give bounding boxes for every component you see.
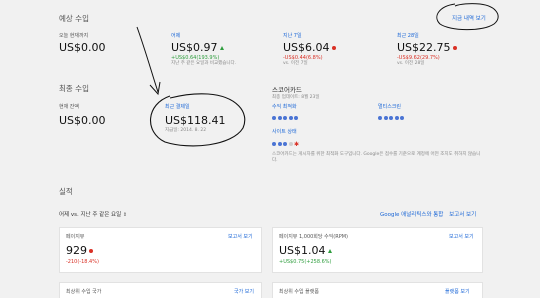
top-platform-card: 최상위 수입 플랫폼 플랫폼 보기	[272, 282, 483, 298]
top-country-card: 최상위 수입 국가 국가 보기	[59, 282, 262, 298]
scorecard-item-label[interactable]: 사이트 상태	[272, 129, 299, 135]
last-payment-date: 지급일: 2014. 8. 22	[165, 128, 207, 133]
last7-label[interactable]: 지난 7일	[283, 33, 336, 39]
rpm-card: 페이지뷰 1,000회당 수익(RPM) 보고서 보기 US$1.04 +US$…	[272, 227, 483, 273]
compare-select[interactable]: 어제 vs. 지난 주 같은 요일 ⇕	[59, 210, 127, 218]
analytics-links: Google 애널리틱스와 통합 보고서 보기	[380, 210, 476, 218]
balance: 현재 잔액 US$0.00	[59, 104, 106, 127]
estimated-earnings-title: 예상 수입	[59, 14, 89, 23]
last28-value: US$22.75	[397, 41, 451, 54]
yesterday-earnings[interactable]: 어제 US$0.97 +US$0.64(193.9%) 지난 주 같은 요일과 …	[171, 33, 236, 67]
scorecard-item-label[interactable]: 멀티스크린	[378, 104, 406, 110]
trend-down-icon	[331, 46, 336, 50]
scorecard: 스코어카드 최종 업데이트: 8월 23일	[272, 84, 492, 101]
performance-title: 실적	[59, 187, 73, 196]
pageviews-card: 페이지뷰 보고서 보기 929 -210(-18.4%)	[59, 227, 262, 273]
today-label: 오늘 현재까지	[59, 33, 89, 39]
pageviews-label: 페이지뷰	[66, 234, 85, 240]
top-country-label: 최상위 수입 국가	[66, 289, 102, 295]
last-payment[interactable]: 최근 결제일 US$118.41 지급일: 2014. 8. 22	[165, 104, 226, 134]
annotation-arrow-head	[149, 81, 161, 96]
performance-report-link[interactable]: 보고서 보기	[449, 212, 476, 218]
view-details-link[interactable]: 지금 내역 보기	[452, 14, 486, 22]
today-value: US$0.00	[59, 41, 106, 54]
scorecard-title: 스코어카드	[272, 86, 302, 94]
rating-dots	[378, 113, 406, 120]
last28-note: vs. 이전 28일	[397, 61, 425, 66]
trend-up-icon	[327, 249, 332, 253]
balance-value: US$0.00	[59, 114, 106, 127]
last-payment-label[interactable]: 최근 결제일	[165, 104, 226, 110]
last7-note: vs. 이전 7일	[283, 61, 308, 66]
last28-earnings[interactable]: 최근 28일 US$22.75 -US$9.62(29.7%) vs. 이전 2…	[397, 33, 457, 67]
scorecard-updated: 최종 업데이트: 8월 23일	[272, 95, 320, 100]
rpm-report-link[interactable]: 보고서 보기	[449, 234, 474, 240]
compare-select-label: 어제 vs. 지난 주 같은 요일	[59, 212, 122, 218]
select-arrows-icon: ⇕	[122, 212, 128, 218]
warning-star-icon: ✱	[294, 141, 300, 148]
scorecard-item-multiscreen[interactable]: 멀티스크린	[378, 104, 406, 120]
rating-dots	[272, 113, 300, 120]
pageviews-change: -210(-18.4%)	[66, 259, 99, 265]
scorecard-item-label[interactable]: 수익 최적화	[272, 104, 300, 110]
final-earnings-title: 최종 수입	[59, 84, 89, 93]
trend-down-icon	[89, 249, 93, 253]
scorecard-item-revenue[interactable]: 수익 최적화	[272, 104, 300, 120]
scorecard-item-site-health[interactable]: 사이트 상태 ✱	[272, 129, 300, 148]
balance-label: 현재 잔액	[59, 104, 79, 110]
today-earnings: 오늘 현재까지 US$0.00	[59, 33, 106, 54]
view-platforms-link[interactable]: 플랫폼 보기	[445, 289, 470, 295]
last7-earnings[interactable]: 지난 7일 US$6.04 -US$0.44(6.8%) vs. 이전 7일	[283, 33, 336, 67]
yesterday-label[interactable]: 어제	[171, 33, 236, 39]
analytics-link[interactable]: Google 애널리틱스와 통합	[380, 212, 443, 218]
rpm-label: 페이지뷰 1,000회당 수익(RPM)	[279, 234, 348, 240]
last-payment-value: US$118.41	[165, 114, 226, 127]
last28-label[interactable]: 최근 28일	[397, 33, 457, 39]
rpm-value: US$1.04	[279, 244, 326, 257]
trend-down-icon	[452, 46, 457, 50]
yesterday-note: 지난 주 같은 요일과 비교했습니다.	[171, 61, 237, 66]
view-countries-link[interactable]: 국가 보기	[234, 289, 254, 295]
pageviews-report-link[interactable]: 보고서 보기	[228, 234, 253, 240]
pageviews-value: 929	[66, 244, 87, 257]
trend-up-icon	[219, 46, 224, 50]
last7-value: US$6.04	[283, 41, 330, 54]
top-platform-label: 최상위 수입 플랫폼	[279, 289, 319, 295]
rating-dots: ✱	[272, 138, 300, 148]
rpm-change: +US$0.75(+258.6%)	[279, 259, 332, 265]
annotation-arrow-line	[136, 26, 159, 93]
yesterday-value: US$0.97	[171, 41, 218, 54]
scorecard-footer: 스코어카드는 게시자를 위한 최적화 도구입니다. Google은 점수를 기준…	[272, 152, 481, 163]
